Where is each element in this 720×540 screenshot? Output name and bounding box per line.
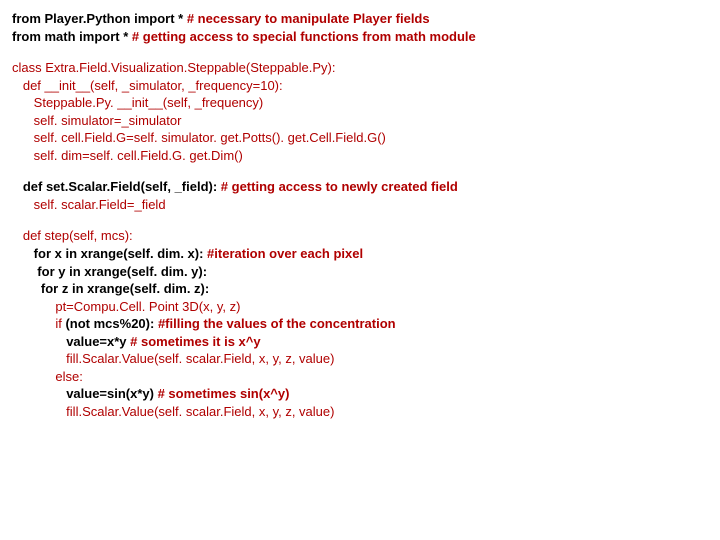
code-comment: # getting access to special functions fr… xyxy=(132,29,476,44)
setscalar-block: def set.Scalar.Field(self, _field): # ge… xyxy=(12,178,708,213)
code-line: for x in xrange(self. dim. x): #iteratio… xyxy=(12,245,708,263)
code-text: if xyxy=(12,316,65,331)
code-line: Steppable.Py. __init__(self, _frequency) xyxy=(12,94,708,112)
code-comment: # getting access to newly created field xyxy=(221,179,458,194)
code-comment: # sometimes it is x^y xyxy=(130,334,260,349)
code-line: for z in xrange(self. dim. z): xyxy=(12,280,708,298)
code-line: value=x*y # sometimes it is x^y xyxy=(12,333,708,351)
code-line: fill.Scalar.Value(self. scalar.Field, x,… xyxy=(12,403,708,421)
code-line: from Player.Python import * # necessary … xyxy=(12,10,708,28)
code-line: for y in xrange(self. dim. y): xyxy=(12,263,708,281)
code-line: def __init__(self, _simulator, _frequenc… xyxy=(12,77,708,95)
code-text: from Player.Python import * xyxy=(12,11,187,26)
code-text: def set.Scalar.Field(self, _field): xyxy=(12,179,221,194)
code-text xyxy=(12,334,66,349)
class-block: class Extra.Field.Visualization.Steppabl… xyxy=(12,59,708,164)
code-line: else: xyxy=(12,368,708,386)
code-comment: # necessary to manipulate Player fields xyxy=(187,11,430,26)
code-text: for x in xrange(self. dim. x): xyxy=(34,246,207,261)
code-text xyxy=(12,386,66,401)
code-text: (not mcs%20): xyxy=(65,316,157,331)
code-text: for z in xrange(self. dim. z): xyxy=(41,281,209,296)
code-text: value=x*y xyxy=(66,334,130,349)
code-comment: # sometimes sin(x^y) xyxy=(158,386,290,401)
code-text xyxy=(12,281,41,296)
code-text xyxy=(12,246,34,261)
code-text: value=sin(x*y) xyxy=(66,386,157,401)
code-line: def set.Scalar.Field(self, _field): # ge… xyxy=(12,178,708,196)
code-line: from math import * # getting access to s… xyxy=(12,28,708,46)
code-line: self. scalar.Field=_field xyxy=(12,196,708,214)
code-line: class Extra.Field.Visualization.Steppabl… xyxy=(12,59,708,77)
code-comment: #filling the values of the concentration xyxy=(158,316,396,331)
step-block: def step(self, mcs): for x in xrange(sel… xyxy=(12,227,708,420)
code-comment: #iteration over each pixel xyxy=(207,246,363,261)
code-line: pt=Compu.Cell. Point 3D(x, y, z) xyxy=(12,298,708,316)
code-text: for y in xrange(self. dim. y): xyxy=(37,264,207,279)
code-line: fill.Scalar.Value(self. scalar.Field, x,… xyxy=(12,350,708,368)
code-line: if (not mcs%20): #filling the values of … xyxy=(12,315,708,333)
code-line: self. simulator=_simulator xyxy=(12,112,708,130)
import-block: from Player.Python import * # necessary … xyxy=(12,10,708,45)
code-line: def step(self, mcs): xyxy=(12,227,708,245)
code-text xyxy=(12,264,37,279)
code-text: from math import * xyxy=(12,29,132,44)
code-line: self. dim=self. cell.Field.G. get.Dim() xyxy=(12,147,708,165)
code-line: value=sin(x*y) # sometimes sin(x^y) xyxy=(12,385,708,403)
code-line: self. cell.Field.G=self. simulator. get.… xyxy=(12,129,708,147)
